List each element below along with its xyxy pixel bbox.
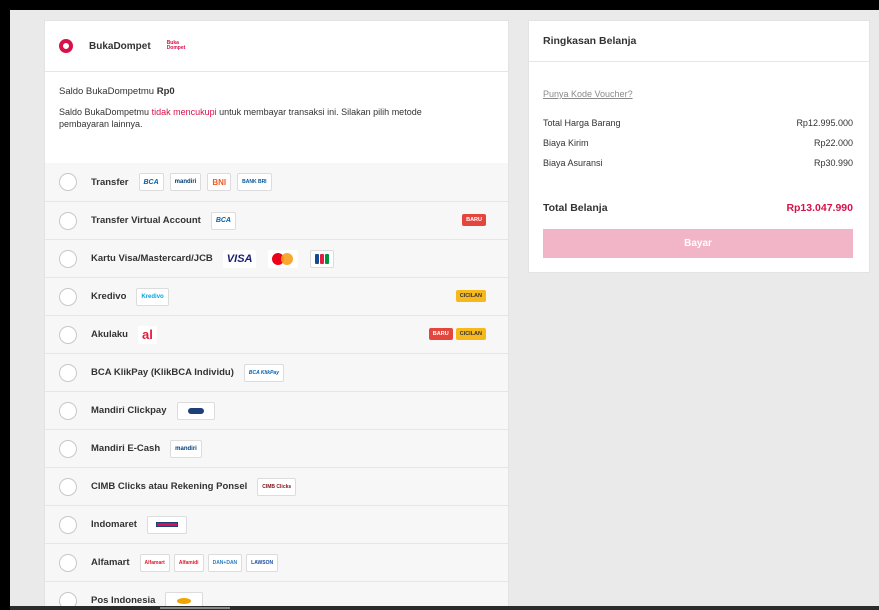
bukadompet-option[interactable]: BukaDompet Buka Dompet (45, 21, 508, 72)
scrollbar-thumb[interactable] (160, 607, 230, 609)
method-label: Transfer (91, 176, 129, 188)
bukadompet-title: BukaDompet (89, 40, 151, 52)
total-value: Rp13.047.990 (786, 202, 853, 214)
method-label: Kartu Visa/Mastercard/JCB (91, 253, 213, 264)
kredivo-logo: Kredivo (136, 287, 169, 306)
total-label: Total Belanja (543, 202, 608, 214)
bca-klikpay-logo: BCA KlikPay (243, 363, 284, 382)
method-label: Mandiri E-Cash (91, 443, 161, 454)
summary-row-label: Biaya Kirim (543, 138, 589, 148)
method-radio[interactable] (59, 287, 77, 306)
jcb-logo (310, 249, 335, 268)
method-label: Transfer Virtual Account (91, 215, 201, 226)
method-label: Indomaret (91, 519, 137, 530)
new-badge: BARU (428, 328, 453, 340)
bca-logo: BCA (138, 173, 164, 191)
lawson-logo: LAWSON (246, 553, 279, 572)
bri-logo: BANK BRI (237, 173, 272, 191)
method-label: Pos Indonesia (91, 595, 156, 606)
new-badge: BARU (462, 214, 486, 226)
dandan-logo: DAN+DAN (207, 553, 243, 572)
mandiri-token-icon (176, 401, 215, 420)
method-radio[interactable] (59, 401, 77, 420)
mandiri-logo: mandiri (169, 173, 202, 191)
method-kredivo[interactable]: Kredivo Kredivo CICILAN (45, 277, 508, 315)
mandiri-logo: mandiri (170, 439, 202, 458)
window-left-bar (0, 0, 10, 610)
bukadompet-info: Saldo BukaDompetmu Rp0 Saldo BukaDompetm… (45, 72, 508, 163)
method-radio[interactable] (59, 439, 77, 458)
method-indomaret[interactable]: Indomaret (45, 505, 508, 543)
total-row: Total Belanja Rp13.047.990 (543, 202, 853, 214)
payment-methods-list: Transfer BCA mandiri BNI BANK BRI Transf… (45, 163, 508, 610)
method-akulaku[interactable]: Akulaku al BARU CICILAN (45, 315, 508, 353)
method-radio[interactable] (59, 325, 77, 344)
summary-row: Total Harga Barang Rp12.995.000 (543, 118, 853, 128)
bca-logo: BCA (210, 211, 236, 230)
method-label: Akulaku (91, 329, 128, 340)
method-card[interactable]: Kartu Visa/Mastercard/JCB VISA (45, 239, 508, 277)
method-cimb-clicks[interactable]: CIMB Clicks atau Rekening Ponsel CIMB Cl… (45, 467, 508, 505)
method-mandiri-clickpay[interactable]: Mandiri Clickpay (45, 391, 508, 429)
checkout-page: BukaDompet Buka Dompet Saldo BukaDompetmu… (10, 10, 879, 610)
mastercard-logo (268, 249, 299, 268)
method-label: Alfamart (91, 557, 130, 568)
summary-row: Biaya Asuransi Rp30.990 (543, 158, 853, 168)
method-transfer[interactable]: Transfer BCA mandiri BNI BANK BRI (45, 163, 508, 201)
summary-row-value: Rp22.000 (813, 138, 853, 148)
summary-row-value: Rp30.990 (813, 158, 853, 168)
installment-badge: CICILAN (455, 290, 486, 302)
bukadompet-insufficient-note: Saldo BukaDompetmu tidak mencukupi untuk… (59, 107, 422, 129)
summary-row-label: Total Harga Barang (543, 118, 621, 128)
method-mandiri-ecash[interactable]: Mandiri E-Cash mandiri (45, 429, 508, 467)
bni-logo: BNI (207, 173, 232, 191)
alfamidi-logo: Alfamidi (173, 553, 204, 572)
order-summary-panel: Ringkasan Belanja Punya Kode Voucher? To… (528, 20, 870, 273)
summary-title: Ringkasan Belanja (529, 21, 869, 62)
method-radio[interactable] (59, 553, 77, 572)
bukadompet-radio[interactable] (59, 39, 73, 53)
method-label: Kredivo (91, 291, 127, 302)
method-radio[interactable] (59, 477, 77, 496)
visa-logo: VISA (222, 249, 257, 268)
summary-row-label: Biaya Asuransi (543, 158, 603, 168)
method-bca-klikpay[interactable]: BCA KlikPay (KlikBCA Individu) BCA KlikP… (45, 353, 508, 391)
installment-badge: CICILAN (455, 328, 486, 340)
method-virtual-account[interactable]: Transfer Virtual Account BCA BARU (45, 201, 508, 239)
method-radio[interactable] (59, 515, 77, 534)
method-radio[interactable] (59, 211, 77, 230)
method-radio[interactable] (59, 363, 77, 382)
horizontal-scrollbar[interactable] (10, 606, 879, 610)
akulaku-logo: al (137, 325, 157, 344)
alfamart-logo: Alfamart (139, 553, 170, 572)
cimb-logo: CIMB Clicks (257, 477, 297, 496)
method-label: CIMB Clicks atau Rekening Ponsel (91, 481, 248, 492)
pay-button[interactable]: Bayar (543, 229, 853, 258)
bukadompet-balance: Saldo BukaDompetmu Rp0 (59, 86, 175, 97)
method-alfamart[interactable]: Alfamart Alfamart Alfamidi DAN+DAN LAWSO… (45, 543, 508, 581)
method-radio[interactable] (59, 173, 77, 191)
method-label: Mandiri Clickpay (91, 405, 167, 416)
summary-row: Biaya Kirim Rp22.000 (543, 138, 853, 148)
voucher-link[interactable]: Punya Kode Voucher? (543, 89, 633, 99)
payment-method-panel: BukaDompet Buka Dompet Saldo BukaDompetmu… (44, 20, 509, 610)
method-radio[interactable] (59, 249, 77, 268)
method-label: BCA KlikPay (KlikBCA Individu) (91, 367, 234, 378)
summary-row-value: Rp12.995.000 (796, 118, 853, 128)
indomaret-logo (146, 515, 187, 534)
bukadompet-logo: Buka Dompet (166, 40, 186, 51)
window-top-bar (0, 0, 879, 10)
